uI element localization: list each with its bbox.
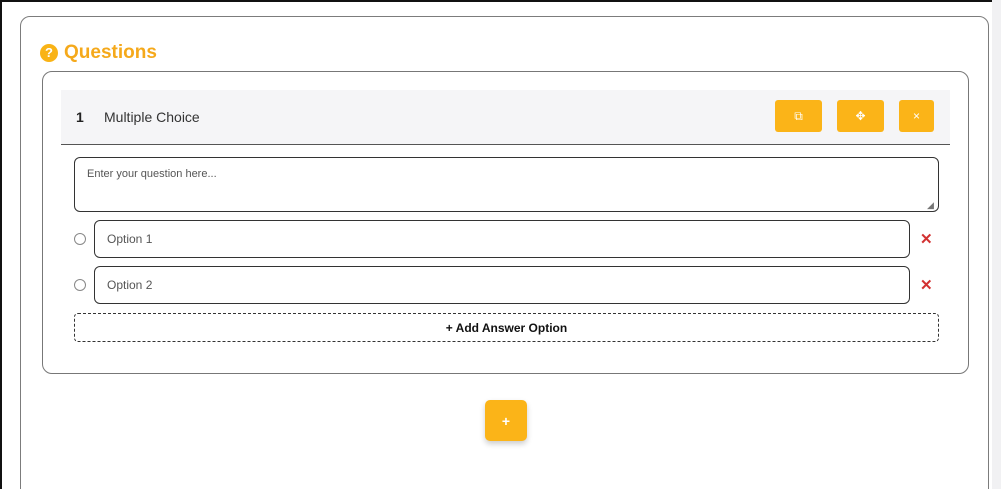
close-icon: × (912, 109, 920, 123)
question-type: Multiple Choice (104, 109, 200, 125)
move-icon: ✥ (855, 109, 866, 123)
question-header: 1 Multiple Choice ⧉ ✥ × (61, 90, 950, 145)
add-answer-option-button[interactable]: + Add Answer Option (74, 313, 939, 342)
option-radio[interactable] (74, 279, 86, 291)
answer-option-row: ✕ (74, 266, 954, 304)
resize-grip-icon[interactable]: ◢ (927, 200, 934, 211)
question-text-input[interactable] (74, 157, 939, 212)
question-card: 1 Multiple Choice ⧉ ✥ × ◢ ✕ ✕ + Add Answ… (42, 71, 969, 374)
question-actions: ⧉ ✥ × (775, 100, 934, 132)
option-radio[interactable] (74, 233, 86, 245)
delete-question-button[interactable]: × (899, 100, 934, 132)
section-title: Questions (64, 42, 157, 63)
remove-option-icon[interactable]: ✕ (920, 230, 933, 248)
answer-option-row: ✕ (74, 220, 954, 258)
duplicate-icon: ⧉ (794, 108, 803, 123)
help-icon: ? (40, 44, 58, 62)
option-input[interactable] (94, 266, 910, 304)
section-header: ? Questions (40, 42, 157, 64)
remove-option-icon[interactable]: ✕ (920, 276, 933, 294)
duplicate-question-button[interactable]: ⧉ (775, 100, 822, 132)
option-input[interactable] (94, 220, 910, 258)
question-number: 1 (76, 109, 84, 125)
move-question-button[interactable]: ✥ (837, 100, 884, 132)
page-margin (992, 0, 1001, 489)
add-question-button[interactable]: + (485, 400, 527, 441)
